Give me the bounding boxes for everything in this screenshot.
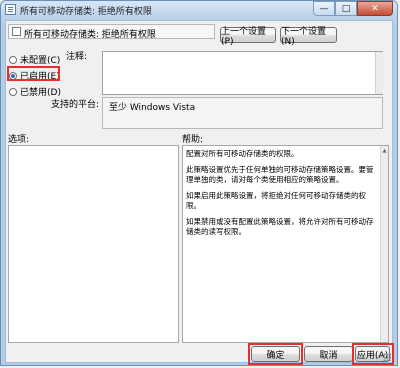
enabled-highlight xyxy=(7,66,60,81)
policy-icon xyxy=(5,4,16,15)
window-controls: — □ ✕ xyxy=(313,1,393,16)
radio-label: 未配置(C) xyxy=(20,56,61,66)
options-label: 选项: xyxy=(8,135,30,145)
radio-not-configured[interactable]: 未配置(C) xyxy=(9,53,60,66)
resize-grip[interactable] xyxy=(383,353,391,361)
help-paragraph: 如果禁用或没有配置此策略设置，将允许对所有可移动存储类的读写权限。 xyxy=(186,217,374,236)
supported-platforms-label: 支持的平台: xyxy=(51,100,100,110)
maximize-button[interactable]: □ xyxy=(335,1,357,16)
help-panel: 配置对所有可移动存储类的权限。 此策略设置优先于任何单独的可移动存储策略设置。要… xyxy=(182,145,389,343)
close-button[interactable]: ✕ xyxy=(357,1,393,16)
policy-name: 所有可移动存储类: 拒绝所有权限 xyxy=(24,30,156,40)
minimize-button[interactable]: — xyxy=(313,1,335,16)
radio-indicator[interactable] xyxy=(9,87,17,96)
help-label: 帮助: xyxy=(182,135,204,145)
window-title: 所有可移动存储类: 拒绝所有权限 xyxy=(20,7,152,17)
help-paragraph: 配置对所有可移动存储类的权限。 xyxy=(186,149,299,158)
dialog-body: 所有可移动存储类: 拒绝所有权限 上一个设置(P) 下一个设置(N) 未配置(C… xyxy=(5,20,394,365)
policy-setting-icon xyxy=(12,27,21,36)
comment-label: 注释: xyxy=(66,52,88,62)
supported-platforms-field: 至少 Windows Vista xyxy=(102,97,383,129)
ok-highlight xyxy=(248,343,303,365)
help-paragraph: 此策略设置优先于任何单独的可移动存储策略设置。要管理单独的类，请对每个类使用相应… xyxy=(186,165,374,184)
supported-platforms-value: 至少 Windows Vista xyxy=(109,103,196,113)
policy-header: 所有可移动存储类: 拒绝所有权限 xyxy=(8,24,215,40)
cancel-button[interactable]: 取消 xyxy=(304,346,353,362)
radio-indicator[interactable] xyxy=(9,55,17,64)
policy-dialog: 所有可移动存储类: 拒绝所有权限 — □ ✕ 所有可移动存储类: 拒绝所有权限 … xyxy=(0,0,398,366)
next-setting-button[interactable]: 下一个设置(N) xyxy=(280,27,337,47)
comment-scrollbar[interactable] xyxy=(375,52,383,94)
previous-setting-button[interactable]: 上一个设置(P) xyxy=(220,27,276,47)
title-bar[interactable]: 所有可移动存储类: 拒绝所有权限 — □ ✕ xyxy=(1,1,397,19)
help-scrollbar[interactable] xyxy=(380,146,388,342)
comment-field[interactable] xyxy=(102,51,383,95)
help-paragraph: 如果启用此策略设置，将拒绝对任何可移动存储类的权限。 xyxy=(186,191,366,210)
options-panel xyxy=(8,145,179,343)
